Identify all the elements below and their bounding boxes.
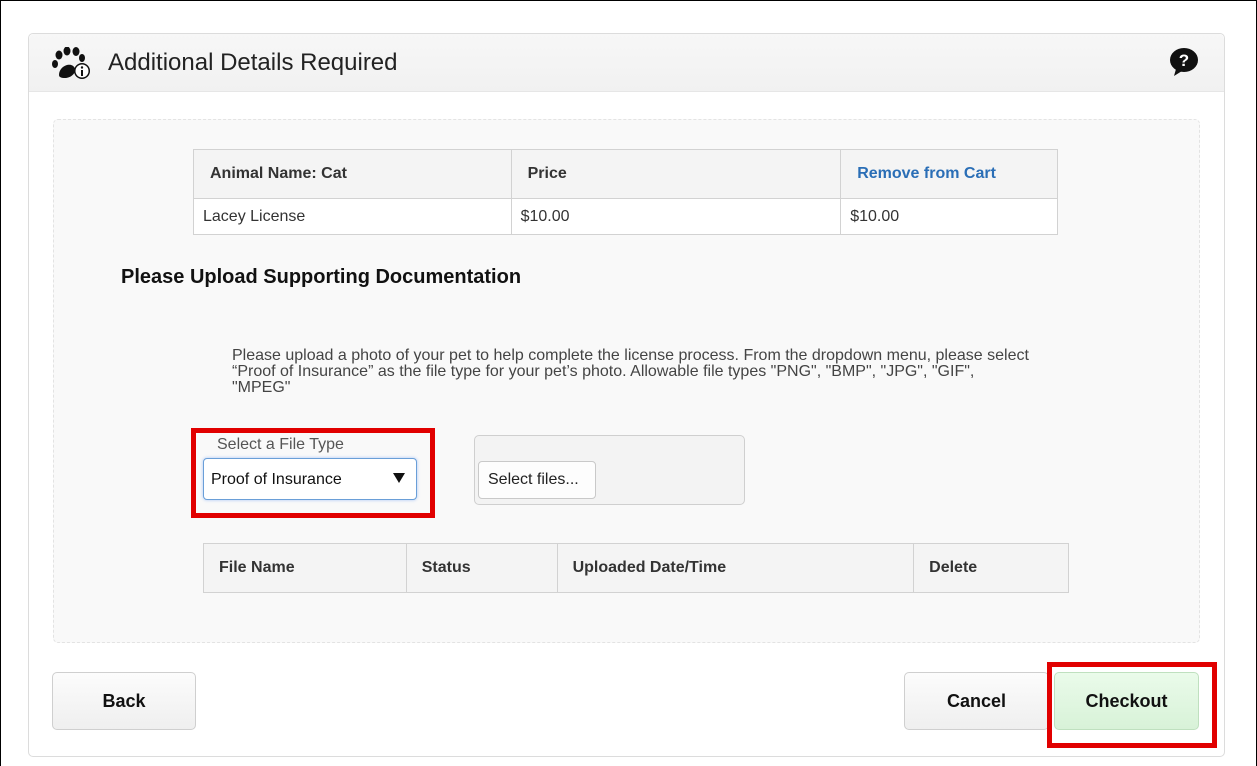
upload-section-title: Please Upload Supporting Documentation [121, 266, 522, 288]
column-header-animal-name: Animal Name: Cat [193, 149, 512, 199]
upload-instructions: Please upload a photo of your pet to hel… [232, 347, 1029, 396]
help-bubble-icon[interactable]: ? [1168, 47, 1200, 77]
back-button[interactable]: Back [52, 672, 196, 730]
file-type-dropdown[interactable]: Proof of Insurance [203, 458, 417, 500]
column-header-status: Status [405, 543, 558, 593]
cart-item-name: Lacey License [193, 198, 512, 235]
column-header-delete: Delete [913, 543, 1069, 593]
uploaded-files-table: File Name Status Uploaded Date/Time Dele… [203, 543, 1069, 593]
table-row: Lacey License $10.00 $10.00 [193, 198, 1058, 235]
paw-info-icon [52, 47, 90, 79]
remove-from-cart-link[interactable]: Remove from Cart [840, 149, 1058, 199]
cart-item-total: $10.00 [840, 198, 1058, 235]
column-header-price: Price [510, 149, 842, 199]
select-files-button[interactable]: Select files... [478, 461, 596, 499]
svg-text:?: ? [1179, 51, 1189, 70]
file-type-selected-value: Proof of Insurance [211, 471, 342, 488]
file-type-label: Select a File Type [217, 436, 344, 453]
files-table-header: File Name Status Uploaded Date/Time Dele… [203, 543, 1069, 593]
column-header-file-name: File Name [203, 543, 407, 593]
page-title: Additional Details Required [108, 49, 398, 76]
panel-header: Additional Details Required ? [29, 34, 1224, 92]
caret-down-icon [393, 473, 405, 483]
cart-table-header: Animal Name: Cat Price Remove from Cart [193, 149, 1058, 199]
cancel-button[interactable]: Cancel [904, 672, 1049, 730]
column-header-uploaded-date: Uploaded Date/Time [556, 543, 915, 593]
cart-item-price: $10.00 [510, 198, 842, 235]
cart-table: Animal Name: Cat Price Remove from Cart … [193, 149, 1058, 235]
highlight-box-checkout [1047, 662, 1217, 748]
